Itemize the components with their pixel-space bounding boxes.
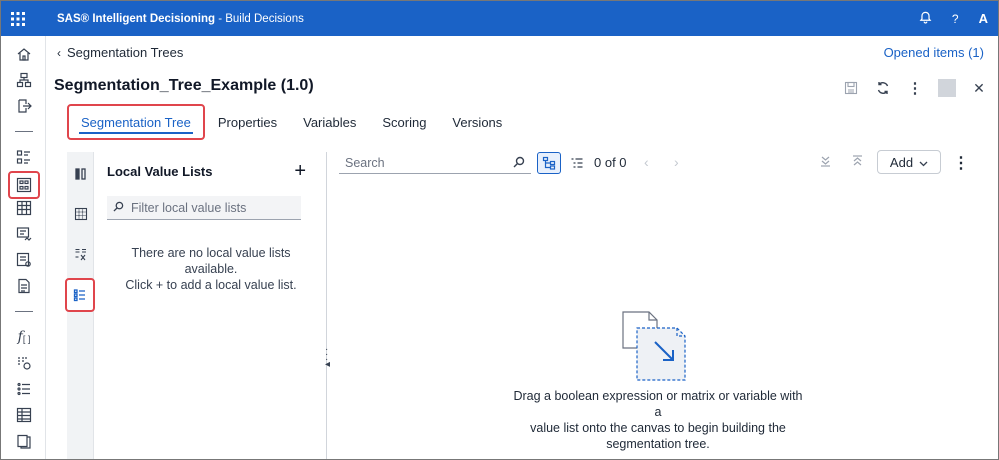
- tree-view-toggle-icon[interactable]: [537, 152, 561, 174]
- decision-flow-icon[interactable]: [12, 68, 36, 92]
- models-icon[interactable]: [12, 248, 36, 272]
- previous-result-icon[interactable]: ‹: [644, 154, 649, 170]
- filter-input[interactable]: [131, 200, 291, 215]
- side-panel-toolbar: [65, 152, 95, 459]
- export-icon[interactable]: [12, 94, 36, 118]
- empty-state-line: Click + to add a local value list.: [125, 278, 297, 292]
- apps-menu-icon[interactable]: [1, 1, 35, 36]
- rule-sets-icon[interactable]: [12, 145, 36, 169]
- home-icon[interactable]: [12, 42, 36, 66]
- more-options-icon[interactable]: ⋮: [906, 79, 924, 97]
- documents-icon[interactable]: [12, 274, 36, 298]
- canvas-message-line: segmentation tree.: [606, 437, 710, 451]
- top-bar: SAS® Intelligent Decisioning - Build Dec…: [1, 1, 998, 36]
- tab-properties[interactable]: Properties: [205, 104, 290, 140]
- tab-scoring[interactable]: Scoring: [369, 104, 439, 140]
- app-window: SAS® Intelligent Decisioning - Build Dec…: [0, 0, 999, 460]
- canvas-message-line: value list onto the canvas to begin buil…: [530, 421, 786, 435]
- rail-divider: [15, 131, 33, 132]
- app-title: SAS® Intelligent Decisioning - Build Dec…: [57, 13, 304, 25]
- drag-to-canvas-illustration-icon: [621, 310, 693, 382]
- matrix-icon[interactable]: [71, 204, 91, 224]
- empty-state-line: There are no local value lists: [131, 246, 291, 260]
- search-icon: [113, 200, 124, 215]
- canvas-empty-message: Drag a boolean expression or matrix or v…: [509, 388, 807, 452]
- add-label: Add: [889, 154, 914, 170]
- breadcrumb[interactable]: ‹ Segmentation Trees: [57, 45, 183, 60]
- rail-divider: [15, 311, 33, 312]
- next-result-icon[interactable]: ›: [674, 154, 679, 170]
- value-lists-icon[interactable]: [12, 377, 36, 401]
- tab-bar: Segmentation Tree Properties Variables S…: [67, 104, 515, 140]
- user-avatar[interactable]: A: [979, 11, 988, 26]
- chevron-down-icon: [919, 155, 928, 170]
- filter-field: [107, 196, 301, 220]
- result-count: 0 of 0: [594, 155, 627, 170]
- app-section: - Build Decisions: [218, 12, 304, 25]
- close-icon[interactable]: ✕: [970, 79, 988, 97]
- add-value-list-button[interactable]: +: [294, 160, 306, 183]
- search-input[interactable]: [345, 155, 505, 170]
- empty-state-message: There are no local value lists available…: [95, 245, 327, 293]
- app-brand: SAS® Intelligent Decisioning: [57, 12, 215, 25]
- opened-items-link[interactable]: Opened items (1): [884, 45, 984, 60]
- code-files-icon[interactable]: [12, 222, 36, 246]
- top-right-actions: ? A: [919, 1, 988, 36]
- segmentation-trees-icon[interactable]: [8, 171, 40, 199]
- list-view-toggle-icon[interactable]: [565, 152, 589, 174]
- help-button[interactable]: ?: [952, 12, 959, 26]
- tab-segmentation-tree[interactable]: Segmentation Tree: [67, 104, 205, 140]
- functions-icon[interactable]: f[ ]: [12, 325, 36, 349]
- tab-versions[interactable]: Versions: [439, 104, 515, 140]
- expression-icon[interactable]: [71, 244, 91, 264]
- save-icon[interactable]: [842, 79, 860, 97]
- library-icon[interactable]: [12, 429, 36, 453]
- panel-title: Local Value Lists: [107, 164, 213, 179]
- tree-canvas: 0 of 0 ‹ › Add ⋮: [329, 150, 998, 459]
- empty-state-line: available.: [184, 262, 238, 276]
- page-title: Segmentation_Tree_Example (1.0): [54, 77, 314, 94]
- editor-area: Local Value Lists + There are no local v…: [65, 150, 998, 459]
- collapse-all-icon[interactable]: [820, 155, 831, 170]
- chevron-left-icon: ‹: [57, 45, 61, 60]
- canvas-more-options-icon[interactable]: ⋮: [953, 153, 969, 173]
- breadcrumb-label: Segmentation Trees: [67, 45, 184, 60]
- header-divider: [938, 79, 956, 97]
- refresh-icon[interactable]: [874, 79, 892, 97]
- global-variables-icon[interactable]: [12, 351, 36, 375]
- value-lists-panel-icon[interactable]: [65, 278, 95, 312]
- header-actions: ⋮ ✕: [842, 79, 988, 97]
- lookup-tables-icon[interactable]: [12, 196, 36, 220]
- local-value-lists-panel: Local Value Lists + There are no local v…: [95, 152, 327, 459]
- canvas-search: [339, 152, 531, 174]
- search-icon[interactable]: [513, 156, 525, 171]
- add-dropdown-button[interactable]: Add: [877, 150, 941, 174]
- left-navigation-rail: f[ ]: [1, 36, 46, 459]
- notifications-bell-icon[interactable]: [919, 11, 932, 27]
- toggle-panel-icon[interactable]: [71, 164, 91, 184]
- tab-variables[interactable]: Variables: [290, 104, 369, 140]
- canvas-message-line: Drag a boolean expression or matrix or v…: [513, 389, 803, 419]
- expand-all-icon[interactable]: [852, 155, 863, 170]
- data-grid-icon[interactable]: [12, 403, 36, 427]
